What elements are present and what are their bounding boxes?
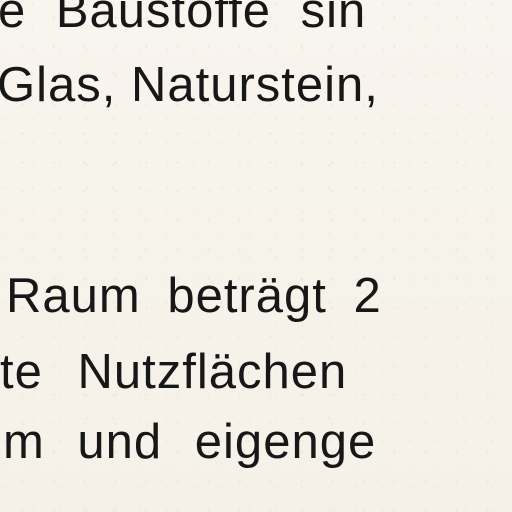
text-line-3: Raum beträgt 2	[6, 269, 382, 323]
scanned-document-page: e Baustoffe sin Glas, Naturstein, Raum b…	[0, 0, 512, 512]
text-line-5: m und eigenge	[3, 415, 377, 469]
text-line-4: te Nutzflächen	[0, 345, 348, 399]
text-line-1: e Baustoffe sin	[0, 0, 367, 38]
text-line-2: Glas, Naturstein,	[0, 58, 379, 112]
